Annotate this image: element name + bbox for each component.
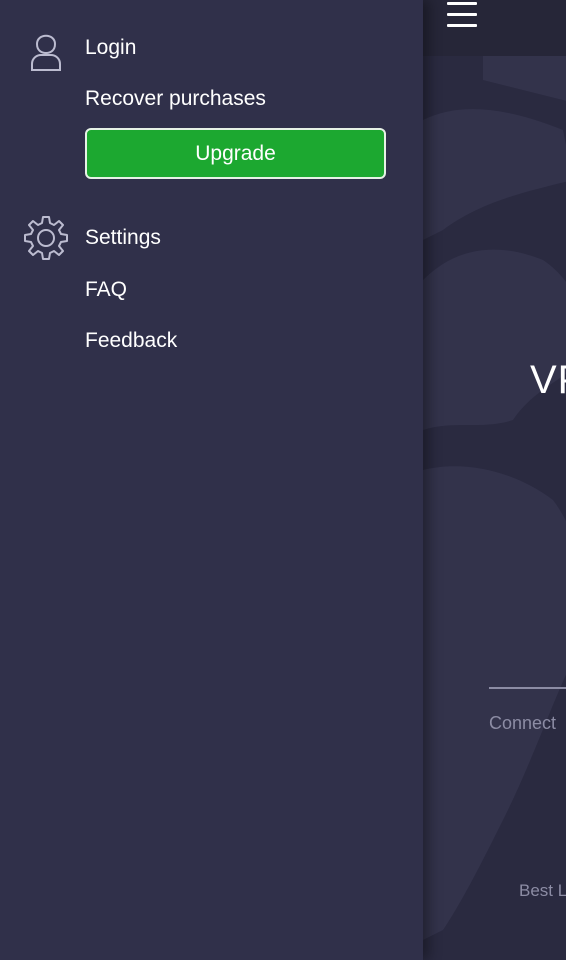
connect-label: Connect — [489, 713, 557, 733]
main-title: VP — [530, 358, 566, 402]
gear-icon — [24, 216, 68, 260]
feedback-item[interactable]: Feedback — [85, 329, 177, 353]
faq-item[interactable]: FAQ — [85, 278, 127, 302]
upgrade-button[interactable]: Upgrade — [85, 128, 386, 179]
login-item[interactable]: Login — [85, 36, 136, 60]
world-map-background — [423, 37, 566, 940]
app-screen: VP Connect Best L Login Recover purchase… — [0, 0, 566, 960]
divider-line — [489, 687, 566, 689]
user-icon — [31, 34, 61, 71]
top-bar — [423, 0, 566, 56]
main-view: VP Connect Best L — [423, 0, 566, 960]
settings-item[interactable]: Settings — [85, 226, 161, 250]
navigation-drawer: Login Recover purchases Upgrade Settings… — [0, 0, 423, 960]
recover-purchases-item[interactable]: Recover purchases — [85, 87, 266, 111]
hamburger-menu-icon[interactable] — [447, 2, 477, 30]
best-location-label: Best L — [519, 881, 566, 900]
